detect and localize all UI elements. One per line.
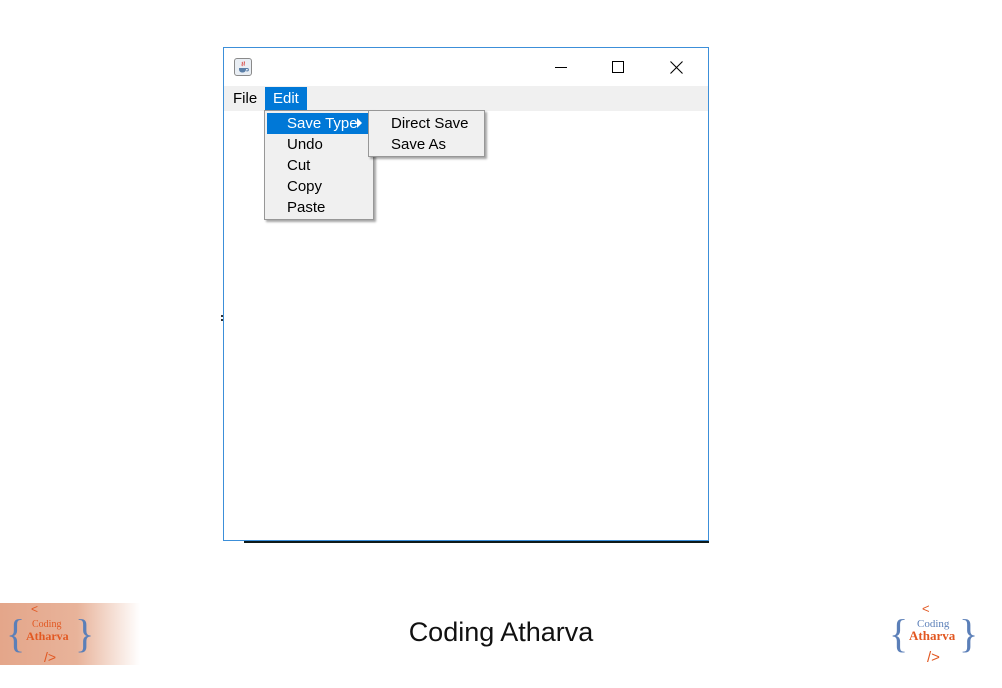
svg-text:{: { — [889, 611, 908, 656]
save-type-submenu: Direct Save Save As — [368, 110, 485, 157]
menu-item-label: Save Type — [287, 115, 358, 132]
maximize-button[interactable] — [595, 52, 641, 82]
menu-item-cut[interactable]: Cut — [267, 155, 371, 176]
submenu-arrow-icon — [357, 118, 362, 128]
svg-text:<: < — [922, 601, 930, 616]
menu-edit[interactable]: Edit — [265, 87, 307, 110]
svg-text:Atharva: Atharva — [909, 628, 956, 643]
menu-item-paste[interactable]: Paste — [267, 197, 371, 218]
title-bar[interactable] — [224, 48, 708, 86]
menu-item-save-type[interactable]: Save Type — [267, 113, 371, 134]
menu-item-undo[interactable]: Undo — [267, 134, 371, 155]
java-cup-icon[interactable] — [234, 58, 252, 76]
svg-text:/>: /> — [927, 649, 940, 666]
menu-item-direct-save[interactable]: Direct Save — [371, 113, 482, 134]
menu-item-copy[interactable]: Copy — [267, 176, 371, 197]
svg-text:}: } — [959, 611, 978, 656]
close-button[interactable] — [653, 52, 699, 82]
menu-bar: File Edit — [224, 86, 708, 111]
svg-text:/>: /> — [44, 649, 56, 665]
svg-text:<: < — [31, 603, 38, 616]
maximize-icon — [612, 61, 624, 73]
menu-item-save-as[interactable]: Save As — [371, 134, 482, 155]
edit-menu-popup: Save Type Undo Cut Copy Paste — [264, 110, 374, 220]
menu-file[interactable]: File — [225, 87, 265, 110]
brand-logo-right: { } < Coding Atharva /> — [887, 601, 979, 667]
close-icon — [670, 61, 683, 74]
minimize-icon — [555, 67, 567, 68]
brand-title: Coding Atharva — [408, 617, 594, 647]
minimize-button[interactable] — [538, 52, 584, 82]
